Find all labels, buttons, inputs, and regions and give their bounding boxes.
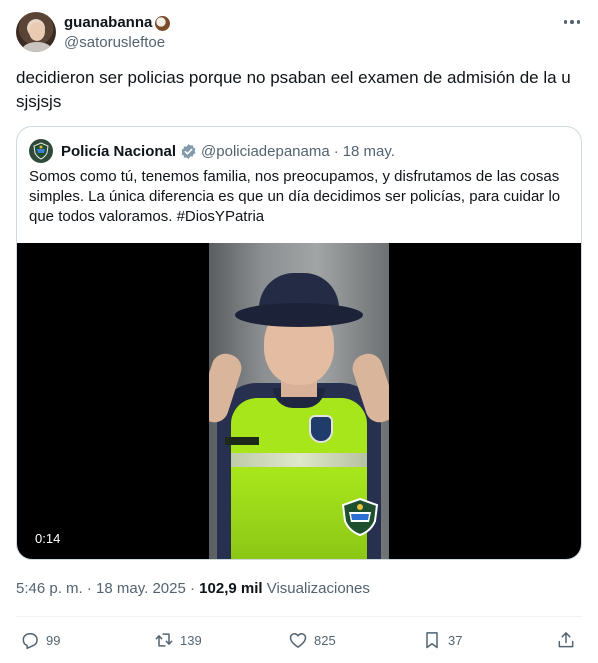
tweet-meta: 5:46 p. m. · 18 may. 2025 · 102,9 mil Vi… (16, 580, 370, 597)
repost-icon (155, 633, 173, 647)
repost-count: 139 (180, 632, 202, 648)
views-label: Visualizaciones (266, 580, 370, 597)
coconut-icon (155, 15, 171, 31)
quoted-tweet-date[interactable]: 18 may. (343, 143, 395, 160)
quoted-author-name[interactable]: Policía Nacional (61, 143, 176, 160)
author-handle[interactable]: @satorusleftoe (64, 33, 170, 53)
author-display-name[interactable]: guanabanna (64, 13, 171, 33)
quoted-tweet-text: Somos como tú, tenemos familia, nos preo… (29, 168, 561, 225)
quoted-tweet[interactable]: Policía Nacional @policiadepanama · 18 m… (16, 126, 582, 560)
more-options-icon[interactable] (563, 20, 580, 24)
quoted-author-avatar[interactable] (29, 139, 53, 163)
author-avatar[interactable] (16, 12, 56, 52)
heart-icon (289, 633, 307, 648)
tweet-date[interactable]: 18 may. 2025 (96, 580, 186, 597)
meta-separator: · (86, 580, 92, 597)
author-info[interactable]: guanabanna @satorusleftoe (64, 13, 171, 53)
bookmark-icon (426, 632, 438, 649)
meta-separator-2: · (190, 580, 195, 597)
quoted-video-player[interactable]: 0:14 (17, 243, 581, 559)
share-button[interactable] (556, 624, 576, 656)
video-duration: 0:14 (29, 529, 67, 548)
actions-divider (16, 616, 582, 617)
quoted-author-handle[interactable]: @policiadepanama (201, 143, 330, 160)
tweet-actions-bar: 99 139 825 37 (16, 624, 582, 656)
police-logo-watermark-icon (341, 497, 379, 537)
reply-button[interactable]: 99 (20, 624, 60, 656)
like-button[interactable]: 825 (288, 624, 336, 656)
tweet-text: decidieron ser policias porque no psaban… (16, 68, 571, 111)
quoted-tweet-header: Policía Nacional @policiadepanama · 18 m… (29, 139, 395, 163)
repost-button[interactable]: 139 (154, 624, 202, 656)
reply-icon (22, 633, 38, 650)
verified-badge-icon (181, 143, 196, 159)
share-icon (558, 632, 574, 648)
reply-count: 99 (46, 632, 61, 648)
quoted-date-separator: · (333, 142, 339, 160)
views-count: 102,9 mil (199, 580, 263, 597)
tweet-time[interactable]: 5:46 p. m. (16, 580, 83, 597)
bookmark-button[interactable]: 37 (422, 624, 462, 656)
author-name: guanabanna (64, 14, 153, 31)
police-shield-icon (33, 142, 49, 160)
like-count: 825 (314, 632, 336, 648)
bookmark-count: 37 (448, 632, 463, 648)
